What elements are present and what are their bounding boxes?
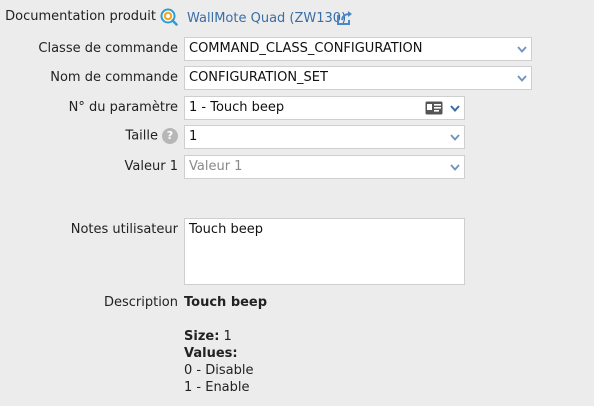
notes-textarea[interactable]: Touch beep xyxy=(184,218,465,285)
description-label: Description xyxy=(103,295,178,310)
size-select[interactable]: 1 xyxy=(184,125,465,149)
description-size-label: Size: xyxy=(184,329,220,344)
description-size-value: 1 xyxy=(223,329,232,344)
chevron-down-icon[interactable] xyxy=(446,97,464,119)
open-external-icon[interactable] xyxy=(336,10,354,26)
parameter-label: N° du paramètre xyxy=(68,100,178,115)
description-value-item: 0 - Disable xyxy=(184,363,254,378)
size-value: 1 xyxy=(189,129,198,144)
description-title: Touch beep xyxy=(184,295,268,310)
command-class-value: COMMAND_CLASS_CONFIGURATION xyxy=(189,41,423,56)
zwave-search-icon[interactable] xyxy=(160,8,178,26)
notes-label: Notes utilisateur xyxy=(70,222,178,237)
chevron-down-icon[interactable] xyxy=(446,156,464,178)
parameter-value: 1 - Touch beep xyxy=(189,100,285,115)
description-block: Touch beep Size: 1 Values: 0 - Disable 1… xyxy=(184,294,267,396)
product-doc-link[interactable]: WallMote Quad (ZW130) xyxy=(187,11,346,26)
chevron-down-icon[interactable] xyxy=(446,126,464,148)
chevron-down-icon[interactable] xyxy=(513,67,531,89)
product-doc-label: Documentation produit xyxy=(5,9,156,24)
command-name-label: Nom de commande xyxy=(50,70,178,85)
description-values-label: Values: xyxy=(184,346,238,361)
size-label-wrap: Taille? xyxy=(125,128,178,144)
value1-label: Valeur 1 xyxy=(124,159,178,174)
id-card-icon[interactable] xyxy=(425,101,443,115)
value1-select[interactable]: Valeur 1 xyxy=(184,155,465,179)
command-class-select[interactable]: COMMAND_CLASS_CONFIGURATION xyxy=(184,37,532,61)
command-class-label: Classe de commande xyxy=(38,41,178,56)
size-label: Taille xyxy=(125,128,158,144)
value1-placeholder: Valeur 1 xyxy=(189,159,243,174)
parameter-select[interactable]: 1 - Touch beep xyxy=(184,96,465,120)
chevron-down-icon[interactable] xyxy=(513,38,531,60)
description-value-item: 1 - Enable xyxy=(184,380,250,395)
help-icon[interactable]: ? xyxy=(162,128,178,144)
command-name-value: CONFIGURATION_SET xyxy=(189,70,328,85)
command-name-select[interactable]: CONFIGURATION_SET xyxy=(184,66,532,90)
